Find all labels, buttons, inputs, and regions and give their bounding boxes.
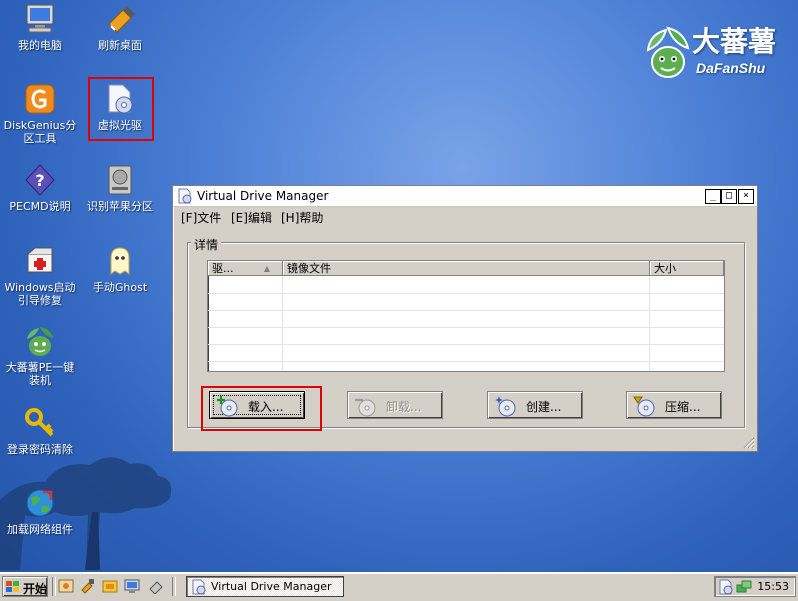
compress-disc-icon [633,396,655,417]
compress-button-label: 压缩... [665,400,701,414]
column-header-image-file[interactable]: 镜像文件 [283,261,650,276]
desktop-icon-diskgenius[interactable]: DiskGenius分 区工具 [1,82,79,145]
menu-file[interactable]: [F]文件 [181,209,221,226]
taskbar-item-label: Virtual Drive Manager [211,580,332,593]
diskgenius-icon [25,84,55,114]
icon-label-line1: DiskGenius分 [3,119,77,132]
mascot-leaf-icon [646,26,690,78]
table-row [208,345,724,362]
icon-label: 刷新桌面 [98,39,142,52]
logo-text-en: DaFanShu [696,60,766,76]
desktop-icon-refresh[interactable]: 刷新桌面 [81,2,159,52]
icon-label: 登录密码清除 [7,443,73,456]
table-row [208,311,724,328]
title-bar[interactable]: Virtual Drive Manager _ □ × [173,186,757,207]
network-globe-icon [26,489,54,517]
desktop-icon-windows-repair[interactable]: Windows启动 引导修复 [1,244,79,307]
logo-text-cn: 大蕃薯 [692,25,777,58]
create-button[interactable]: 创建... [487,391,583,419]
unload-button[interactable]: 卸载... [347,391,443,419]
menu-bar: [F]文件 [E]编辑 [H]帮助 [173,207,757,225]
refresh-desktop-icon [108,6,135,33]
icon-label: 手动Ghost [92,281,148,294]
desktop-icon-network[interactable]: 加载网络组件 [1,486,79,536]
svg-text:?: ? [35,171,44,190]
compress-button[interactable]: 压缩... [626,391,722,419]
load-button[interactable]: 载入... [209,391,305,419]
table-row [208,277,724,294]
dafanshu-mascot-icon [27,327,53,356]
app-disc-icon [178,188,192,204]
column-header-image-file-label: 镜像文件 [287,262,331,275]
virtual-drive-manager-window[interactable]: Virtual Drive Manager _ □ × [F]文件 [E]编辑 … [172,185,758,452]
app-disc-icon [192,579,206,595]
icon-label-line1: 大蕃薯PE一键 [5,361,75,374]
desktop-icon-pecmd[interactable]: ? PECMD说明 [1,163,79,213]
resize-grip-icon[interactable] [743,437,755,449]
ghost-icon [110,247,130,275]
icon-label-line2: 引导修复 [18,294,62,307]
load-button-label: 载入... [248,400,284,414]
column-header-drive[interactable]: 驱... ▲ [208,261,283,276]
tray-network-icon[interactable] [736,579,752,595]
taskbar-separator [172,577,176,596]
icon-label-line2: 装机 [29,374,51,387]
key-icon [25,408,54,437]
start-button[interactable]: 开始 [2,576,48,597]
desktop-icon-dafanshu-pe[interactable]: 大蕃薯PE一键 装机 [1,324,79,387]
minimize-button[interactable]: _ [705,189,721,204]
system-tray: 15:53 [714,576,796,597]
desktop-icon-virtual-drive[interactable]: 虚拟光驱 [81,82,159,132]
create-button-label: 创建... [526,400,562,414]
repair-kit-icon [27,247,53,273]
icon-label-line2: 区工具 [23,132,57,145]
desktop-icon-apple-partition[interactable]: 识别苹果分区 [81,163,159,213]
create-disc-icon [495,396,516,417]
icon-label: 加载网络组件 [7,523,73,536]
dafanshu-logo: 大蕃薯 DaFanShu [640,18,780,84]
icon-label: PECMD说明 [9,200,71,213]
tray-drive-icon[interactable] [718,579,734,595]
quicklaunch-eraser-icon[interactable] [148,578,164,594]
column-divider [282,277,283,371]
load-disc-icon [217,396,238,417]
unload-button-label: 卸载... [386,400,422,414]
quicklaunch-tools-icon[interactable] [80,578,96,594]
table-row [208,294,724,311]
quicklaunch-settings-icon[interactable] [58,578,74,594]
column-header-drive-label: 驱... [212,262,234,275]
virtual-drive-icon [108,84,133,114]
sort-ascending-icon: ▲ [263,264,270,273]
window-title: Virtual Drive Manager [197,189,329,203]
maximize-button[interactable]: □ [721,189,737,204]
desktop-icon-ghost[interactable]: 手动Ghost [81,244,159,294]
icon-label: 我的电脑 [18,39,62,52]
column-header-size[interactable]: 大小 [650,261,724,276]
quicklaunch-display-icon[interactable] [124,578,140,594]
menu-edit[interactable]: [E]编辑 [231,209,272,226]
close-button[interactable]: × [738,189,754,204]
my-computer-icon [26,4,54,33]
clock: 15:53 [757,580,789,593]
disk-drive-icon [108,165,132,195]
quicklaunch-explorer-icon[interactable] [102,578,118,594]
desktop-icon-my-computer[interactable]: 我的电脑 [1,2,79,52]
start-label: 开始 [23,582,48,596]
table-row [208,328,724,345]
desktop-icon-password-clear[interactable]: 登录密码清除 [1,406,79,456]
drive-list[interactable]: 驱... ▲ 镜像文件 大小 [207,260,725,372]
windows-logo-icon [6,581,19,592]
column-divider [649,277,650,371]
icon-label-line1: Windows启动 [4,281,76,294]
icon-label: 识别苹果分区 [87,200,153,213]
column-header-size-label: 大小 [654,262,676,275]
taskbar-separator [52,577,56,596]
menu-help[interactable]: [H]帮助 [281,209,323,226]
details-group-title: 详情 [191,236,222,253]
icon-label: 虚拟光驱 [98,119,142,132]
taskbar: 开始 Virtual Drive Manager 15:53 [0,572,798,601]
help-icon: ? [25,164,55,196]
unload-disc-icon [355,398,376,417]
taskbar-item-virtual-drive-manager[interactable]: Virtual Drive Manager [186,576,344,597]
